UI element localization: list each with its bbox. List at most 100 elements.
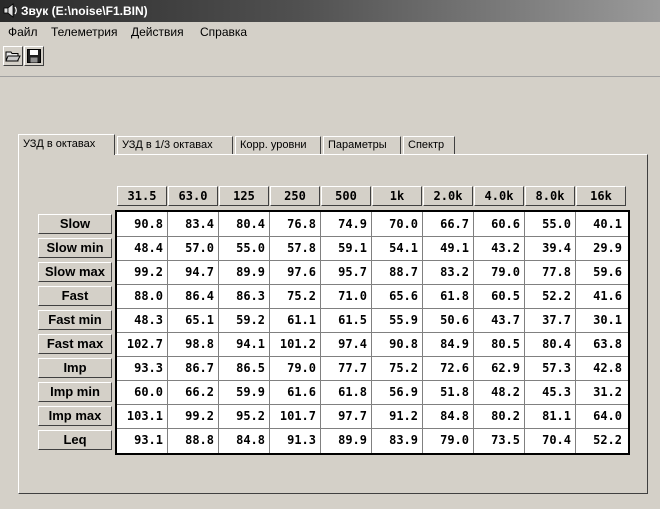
table-cell[interactable]: 70.0 xyxy=(372,212,422,236)
table-cell[interactable]: 97.6 xyxy=(270,260,320,284)
table-cell[interactable]: 101.7 xyxy=(270,404,320,428)
table-cell[interactable]: 60.0 xyxy=(117,380,167,404)
table-cell[interactable]: 31.2 xyxy=(576,380,626,404)
table-cell[interactable]: 99.2 xyxy=(117,260,167,284)
table-cell[interactable]: 66.7 xyxy=(423,212,473,236)
table-cell[interactable]: 45.3 xyxy=(525,380,575,404)
table-cell[interactable]: 59.2 xyxy=(219,308,269,332)
table-cell[interactable]: 56.9 xyxy=(372,380,422,404)
table-cell[interactable]: 80.4 xyxy=(219,212,269,236)
table-cell[interactable]: 84.8 xyxy=(219,428,269,452)
table-cell[interactable]: 99.2 xyxy=(168,404,218,428)
table-cell[interactable]: 57.3 xyxy=(525,356,575,380)
table-cell[interactable]: 91.2 xyxy=(372,404,422,428)
table-cell[interactable]: 57.0 xyxy=(168,236,218,260)
table-cell[interactable]: 88.8 xyxy=(168,428,218,452)
table-cell[interactable]: 40.1 xyxy=(576,212,626,236)
table-cell[interactable]: 52.2 xyxy=(576,428,626,452)
table-cell[interactable]: 77.8 xyxy=(525,260,575,284)
table-cell[interactable]: 90.8 xyxy=(117,212,167,236)
table-cell[interactable]: 61.8 xyxy=(321,380,371,404)
table-cell[interactable]: 30.1 xyxy=(576,308,626,332)
table-cell[interactable]: 61.6 xyxy=(270,380,320,404)
table-cell[interactable]: 41.6 xyxy=(576,284,626,308)
table-cell[interactable]: 101.2 xyxy=(270,332,320,356)
table-cell[interactable]: 71.0 xyxy=(321,284,371,308)
table-cell[interactable]: 94.1 xyxy=(219,332,269,356)
table-cell[interactable]: 64.0 xyxy=(576,404,626,428)
column-header[interactable]: 1k xyxy=(372,186,422,206)
table-cell[interactable]: 86.3 xyxy=(219,284,269,308)
table-cell[interactable]: 79.0 xyxy=(270,356,320,380)
table-cell[interactable]: 97.7 xyxy=(321,404,371,428)
column-header[interactable]: 31.5 xyxy=(117,186,167,206)
table-cell[interactable]: 95.7 xyxy=(321,260,371,284)
table-cell[interactable]: 43.7 xyxy=(474,308,524,332)
menu-file[interactable]: Файл xyxy=(8,25,38,39)
table-cell[interactable]: 42.8 xyxy=(576,356,626,380)
table-cell[interactable]: 43.2 xyxy=(474,236,524,260)
table-cell[interactable]: 103.1 xyxy=(117,404,167,428)
menu-telemetry[interactable]: Телеметрия xyxy=(51,25,118,39)
column-header[interactable]: 500 xyxy=(321,186,371,206)
table-cell[interactable]: 89.9 xyxy=(219,260,269,284)
row-label-fast-min[interactable]: Fast min xyxy=(38,310,112,330)
table-cell[interactable]: 88.0 xyxy=(117,284,167,308)
table-cell[interactable]: 95.2 xyxy=(219,404,269,428)
table-cell[interactable]: 48.4 xyxy=(117,236,167,260)
table-cell[interactable]: 86.7 xyxy=(168,356,218,380)
column-header[interactable]: 4.0k xyxy=(474,186,524,206)
table-cell[interactable]: 74.9 xyxy=(321,212,371,236)
column-header[interactable]: 16k xyxy=(576,186,626,206)
table-cell[interactable]: 59.9 xyxy=(219,380,269,404)
menu-actions[interactable]: Действия xyxy=(131,25,184,39)
row-label-imp-max[interactable]: Imp max xyxy=(38,406,112,426)
table-cell[interactable]: 75.2 xyxy=(270,284,320,308)
table-cell[interactable]: 72.6 xyxy=(423,356,473,380)
row-label-imp-min[interactable]: Imp min xyxy=(38,382,112,402)
table-cell[interactable]: 54.1 xyxy=(372,236,422,260)
table-cell[interactable]: 80.5 xyxy=(474,332,524,356)
table-cell[interactable]: 60.5 xyxy=(474,284,524,308)
table-cell[interactable]: 55.9 xyxy=(372,308,422,332)
table-cell[interactable]: 65.6 xyxy=(372,284,422,308)
tab-octaves[interactable]: УЗД в октавах xyxy=(18,134,115,155)
save-button[interactable] xyxy=(24,46,44,66)
table-cell[interactable]: 97.4 xyxy=(321,332,371,356)
table-cell[interactable]: 75.2 xyxy=(372,356,422,380)
table-cell[interactable]: 60.6 xyxy=(474,212,524,236)
table-cell[interactable]: 94.7 xyxy=(168,260,218,284)
table-cell[interactable]: 81.1 xyxy=(525,404,575,428)
table-cell[interactable]: 63.8 xyxy=(576,332,626,356)
table-cell[interactable]: 70.4 xyxy=(525,428,575,452)
menu-help[interactable]: Справка xyxy=(200,25,247,39)
table-cell[interactable]: 49.1 xyxy=(423,236,473,260)
table-cell[interactable]: 83.4 xyxy=(168,212,218,236)
table-cell[interactable]: 62.9 xyxy=(474,356,524,380)
table-cell[interactable]: 90.8 xyxy=(372,332,422,356)
table-cell[interactable]: 91.3 xyxy=(270,428,320,452)
table-cell[interactable]: 77.7 xyxy=(321,356,371,380)
table-cell[interactable]: 51.8 xyxy=(423,380,473,404)
table-cell[interactable]: 79.0 xyxy=(474,260,524,284)
table-cell[interactable]: 86.4 xyxy=(168,284,218,308)
table-cell[interactable]: 52.2 xyxy=(525,284,575,308)
table-cell[interactable]: 39.4 xyxy=(525,236,575,260)
table-cell[interactable]: 66.2 xyxy=(168,380,218,404)
row-label-fast-max[interactable]: Fast max xyxy=(38,334,112,354)
table-cell[interactable]: 80.4 xyxy=(525,332,575,356)
table-cell[interactable]: 83.2 xyxy=(423,260,473,284)
table-cell[interactable]: 89.9 xyxy=(321,428,371,452)
tab-third-octaves[interactable]: УЗД в 1/3 октавах xyxy=(117,136,233,154)
table-cell[interactable]: 76.8 xyxy=(270,212,320,236)
table-cell[interactable]: 57.8 xyxy=(270,236,320,260)
row-label-fast[interactable]: Fast xyxy=(38,286,112,306)
table-cell[interactable]: 37.7 xyxy=(525,308,575,332)
table-cell[interactable]: 48.3 xyxy=(117,308,167,332)
table-cell[interactable]: 59.6 xyxy=(576,260,626,284)
table-cell[interactable]: 50.6 xyxy=(423,308,473,332)
tab-corrected-levels[interactable]: Корр. уровни xyxy=(235,136,321,154)
row-label-slow-min[interactable]: Slow min xyxy=(38,238,112,258)
column-header[interactable]: 8.0k xyxy=(525,186,575,206)
table-cell[interactable]: 80.2 xyxy=(474,404,524,428)
